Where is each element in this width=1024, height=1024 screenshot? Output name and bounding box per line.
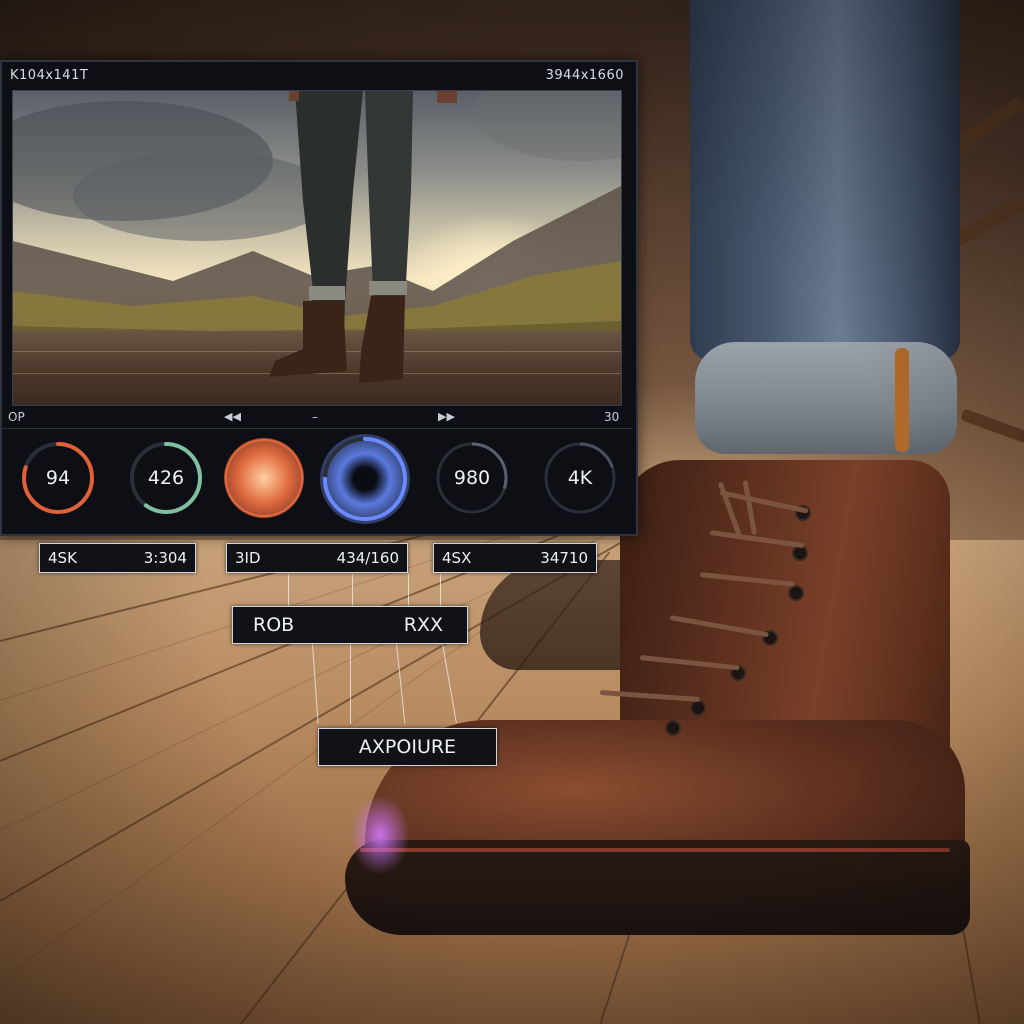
preview-person-legs [269,91,457,383]
video-preview[interactable] [12,90,622,406]
tag-value: 434/160 [336,549,399,567]
dial-value: 426 [147,467,185,489]
tag-label: 4SK [48,549,77,567]
monitor-resolution: 3944x1660 [545,68,624,83]
dial-4-lens[interactable] [320,434,410,524]
dial-2[interactable]: 426 [126,438,206,518]
tag-value: RXX [403,614,443,636]
rewind-icon[interactable]: ◀◀ [224,410,241,423]
eyelet [788,585,804,601]
callout-line [350,644,351,724]
monitor-title: K104x141T [10,68,89,83]
transport-right-label: 30 [604,410,620,424]
jeans-leg [690,0,960,360]
dial-1[interactable]: 94 [18,438,98,518]
transport-bar: OP ◀◀ – ▶▶ 30 [2,408,632,428]
eyelet [690,700,706,716]
dial-ring [225,439,303,517]
info-tag-1[interactable]: 4SK 3:304 [39,543,196,573]
tag-value: 3:304 [143,549,187,567]
sole-stitch [360,848,950,852]
selvedge-seam [895,348,909,452]
tag-value: 34710 [540,549,588,567]
transport-left-label: OP [8,410,25,424]
exposure-label: AXPOIURE [358,736,457,758]
boot-sole [345,840,970,935]
tag-label: ROB [253,614,295,636]
dial-6[interactable]: 4K [540,438,620,518]
panel-divider [2,428,632,429]
dial-value: 94 [45,467,71,489]
forward-icon[interactable]: ▶▶ [438,410,455,423]
dial-value: 4K [567,467,593,489]
camera-monitor-panel: K104x141T 3944x1660 OP ◀◀ – ▶▶ 30 94 426… [0,60,638,536]
jeans-cuff [695,342,957,454]
info-tag-2[interactable]: 3ID 434/160 [226,543,408,573]
minus-icon[interactable]: – [312,410,318,424]
info-tag-rob-rxx[interactable]: ROB RXX [232,606,468,644]
dial-value: 980 [453,467,491,489]
info-tag-3[interactable]: 4SX 34710 [433,543,597,573]
dial-ring [323,437,407,521]
tag-label: 3ID [235,549,261,567]
eyelet [665,720,681,736]
dial-3-glow[interactable] [224,438,304,518]
toe-highlight [350,795,410,875]
tag-label: 4SX [442,549,472,567]
dial-5[interactable]: 980 [432,438,512,518]
exposure-tag[interactable]: AXPOIURE [318,728,497,766]
